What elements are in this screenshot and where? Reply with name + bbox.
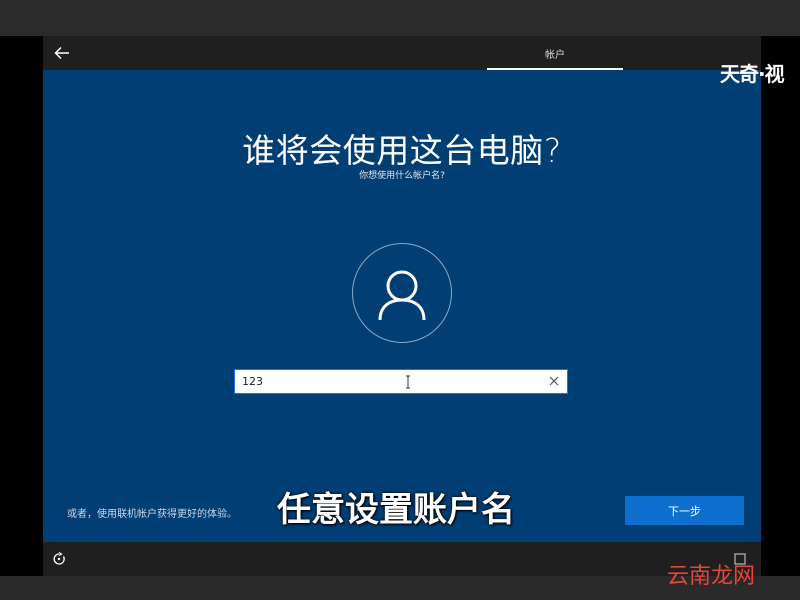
tab-account-label: 帐户 bbox=[545, 50, 565, 61]
watermark-logo-top: 天奇·视 bbox=[720, 62, 785, 86]
bottom-bar bbox=[43, 542, 761, 576]
video-frame-left bbox=[0, 36, 43, 576]
page-subtitle: 你想使用什么帐户名? bbox=[359, 171, 445, 181]
watermark-logo-bottom: 云南龙网 bbox=[667, 564, 756, 589]
clear-icon bbox=[549, 376, 559, 386]
account-name-input[interactable] bbox=[242, 370, 532, 393]
avatar bbox=[352, 243, 452, 343]
video-caption: 任意设置账户名 bbox=[277, 490, 515, 530]
setup-window: 帐户 谁将会使用这台电脑? 你想使用什么帐户名? 或者，使用联机帐户获得更好的体… bbox=[43, 36, 761, 576]
next-button[interactable]: 下一步 bbox=[625, 496, 744, 525]
ease-of-access-icon[interactable] bbox=[52, 552, 66, 566]
text-cursor-icon bbox=[406, 375, 410, 389]
top-bar: 帐户 bbox=[43, 36, 761, 70]
tab-account[interactable]: 帐户 bbox=[487, 36, 623, 70]
online-account-link[interactable]: 或者，使用联机帐户获得更好的体验。 bbox=[67, 505, 237, 520]
user-avatar-icon bbox=[378, 270, 426, 321]
clear-button[interactable] bbox=[547, 374, 561, 388]
account-name-field[interactable] bbox=[234, 369, 568, 394]
back-button[interactable] bbox=[49, 40, 75, 66]
tab-active-indicator bbox=[487, 68, 623, 70]
video-frame-right bbox=[761, 36, 800, 576]
back-arrow-icon bbox=[54, 46, 69, 60]
video-frame-top bbox=[0, 0, 800, 36]
page-title: 谁将会使用这台电脑? bbox=[242, 131, 562, 170]
